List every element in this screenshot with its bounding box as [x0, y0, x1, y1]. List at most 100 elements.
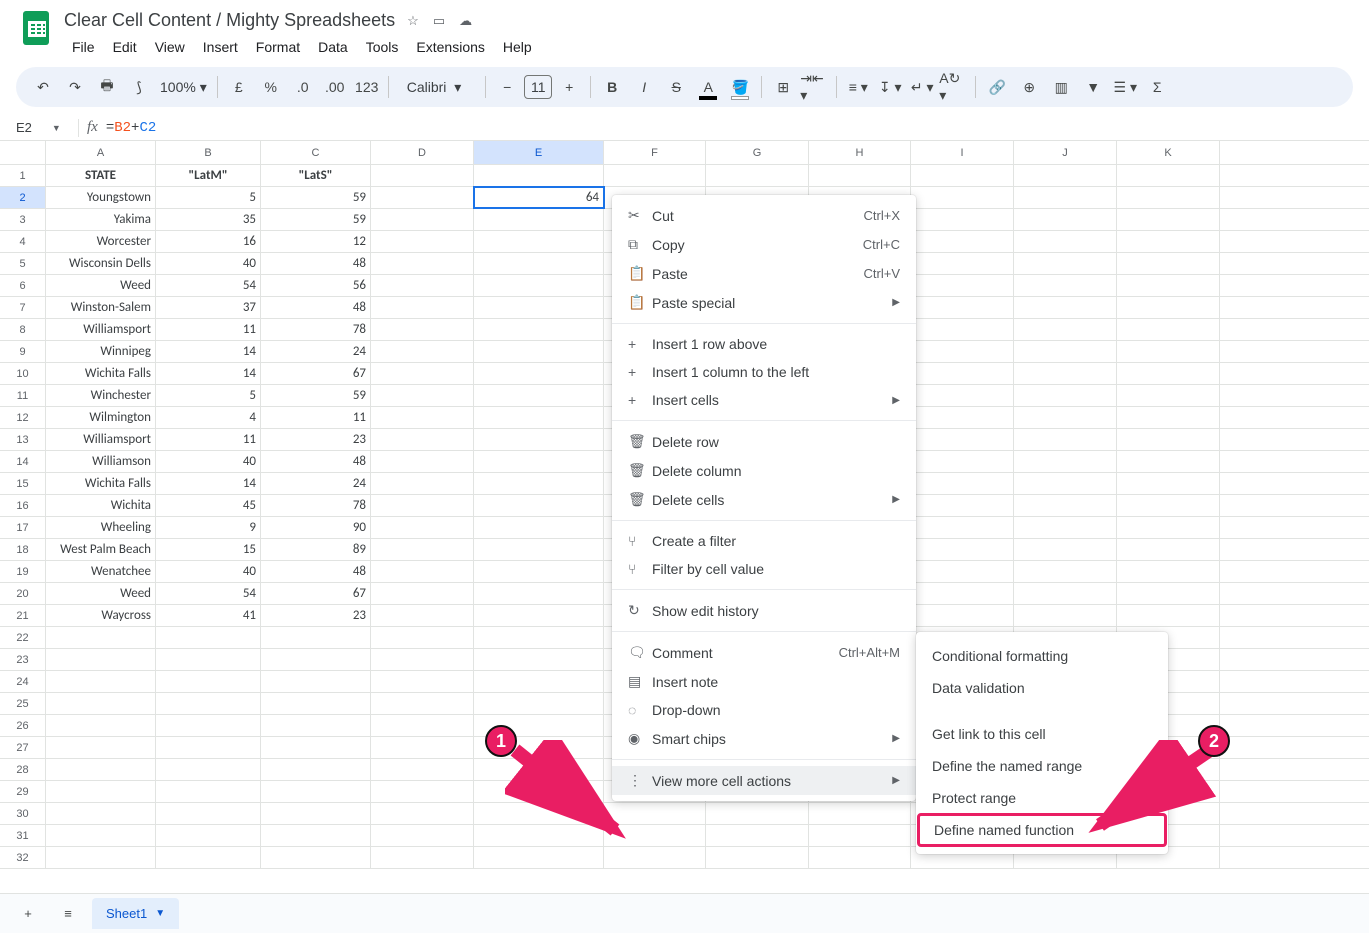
col-header-F[interactable]: F	[604, 141, 706, 164]
percent-button[interactable]: %	[256, 72, 286, 102]
rotate-button[interactable]: A↻ ▾	[939, 72, 969, 102]
cell[interactable]	[911, 165, 1014, 186]
menu-format[interactable]: Format	[248, 35, 308, 59]
cell[interactable]	[1117, 297, 1220, 318]
cell[interactable]	[474, 561, 604, 582]
cell[interactable]: 48	[261, 561, 371, 582]
cell[interactable]: Wichita	[46, 495, 156, 516]
row-header[interactable]: 5	[0, 253, 46, 274]
row-header[interactable]: 11	[0, 385, 46, 406]
row-header[interactable]: 24	[0, 671, 46, 692]
row-header[interactable]: 21	[0, 605, 46, 626]
cell[interactable]: 14	[156, 341, 261, 362]
cell[interactable]	[474, 583, 604, 604]
cell[interactable]	[261, 627, 371, 648]
cell[interactable]	[474, 671, 604, 692]
cell[interactable]	[1117, 231, 1220, 252]
row-header[interactable]: 28	[0, 759, 46, 780]
cell[interactable]	[1117, 275, 1220, 296]
currency-pound-button[interactable]: £	[224, 72, 254, 102]
cell[interactable]	[911, 561, 1014, 582]
cell[interactable]	[371, 737, 474, 758]
cell[interactable]: 45	[156, 495, 261, 516]
cell[interactable]	[604, 803, 706, 824]
submenu-item-get-link-to-this-cell[interactable]: Get link to this cell	[916, 718, 1168, 750]
cell[interactable]	[261, 781, 371, 802]
cell[interactable]	[371, 803, 474, 824]
row-header[interactable]: 1	[0, 165, 46, 186]
cell[interactable]	[371, 231, 474, 252]
cell[interactable]	[1117, 209, 1220, 230]
cell[interactable]	[46, 737, 156, 758]
cell[interactable]: Weed	[46, 275, 156, 296]
row-header[interactable]: 19	[0, 561, 46, 582]
cell[interactable]	[706, 825, 809, 846]
cell[interactable]	[474, 297, 604, 318]
cell[interactable]	[911, 231, 1014, 252]
submenu-item-protect-range[interactable]: Protect range	[916, 782, 1168, 814]
cell[interactable]	[809, 165, 911, 186]
submenu-item-conditional-formatting[interactable]: Conditional formatting	[916, 640, 1168, 672]
all-sheets-button[interactable]: ≡	[52, 898, 84, 930]
menu-item-view-more-cell-actions[interactable]: ⋮View more cell actions▶	[612, 766, 916, 795]
menu-extensions[interactable]: Extensions	[408, 35, 492, 59]
cell[interactable]	[371, 407, 474, 428]
cell[interactable]	[1014, 341, 1117, 362]
cell[interactable]	[371, 253, 474, 274]
cell[interactable]	[1117, 451, 1220, 472]
cell[interactable]	[46, 649, 156, 670]
cell[interactable]: 14	[156, 363, 261, 384]
cell[interactable]	[1014, 165, 1117, 186]
cell[interactable]	[474, 803, 604, 824]
cell[interactable]	[911, 253, 1014, 274]
h-align-button[interactable]: ≡ ▾	[843, 72, 873, 102]
cell[interactable]	[1014, 319, 1117, 340]
cell[interactable]	[1117, 385, 1220, 406]
row-header[interactable]: 4	[0, 231, 46, 252]
cell[interactable]: Yakima	[46, 209, 156, 230]
sheet-tab-active[interactable]: Sheet1▼	[92, 898, 179, 929]
cell[interactable]	[371, 605, 474, 626]
cell[interactable]	[474, 429, 604, 450]
cell[interactable]	[371, 583, 474, 604]
menu-help[interactable]: Help	[495, 35, 540, 59]
paint-format-button[interactable]: ⟆	[124, 72, 154, 102]
undo-button[interactable]: ↶	[28, 72, 58, 102]
cell[interactable]: 48	[261, 253, 371, 274]
cell[interactable]	[371, 693, 474, 714]
print-button[interactable]: 🖶	[92, 72, 122, 102]
cell[interactable]	[1117, 605, 1220, 626]
cell[interactable]	[371, 451, 474, 472]
cell[interactable]	[474, 605, 604, 626]
font-select[interactable]: Calibri ▾	[395, 79, 480, 96]
cell[interactable]: Wheeling	[46, 517, 156, 538]
cell[interactable]	[474, 649, 604, 670]
move-icon[interactable]: ▭	[433, 13, 445, 29]
cell[interactable]	[911, 297, 1014, 318]
cell[interactable]	[1014, 275, 1117, 296]
cell[interactable]	[1014, 385, 1117, 406]
cell[interactable]: Williamson	[46, 451, 156, 472]
cell[interactable]	[1014, 473, 1117, 494]
cell[interactable]	[1117, 341, 1220, 362]
cell[interactable]	[1117, 165, 1220, 186]
cell[interactable]: 78	[261, 319, 371, 340]
cell[interactable]	[474, 253, 604, 274]
cell[interactable]: 48	[261, 451, 371, 472]
cell[interactable]	[474, 385, 604, 406]
menu-data[interactable]: Data	[310, 35, 356, 59]
row-header[interactable]: 26	[0, 715, 46, 736]
filter-views-button[interactable]: ☰ ▾	[1110, 72, 1140, 102]
submenu-item-define-the-named-range[interactable]: Define the named range	[916, 750, 1168, 782]
cell[interactable]	[261, 693, 371, 714]
cell[interactable]: 14	[156, 473, 261, 494]
menu-item-create-a-filter[interactable]: ⑂Create a filter	[612, 527, 916, 555]
cell[interactable]	[1014, 583, 1117, 604]
cell[interactable]: 24	[261, 473, 371, 494]
col-header-H[interactable]: H	[809, 141, 911, 164]
cell[interactable]	[1117, 473, 1220, 494]
cell[interactable]: STATE	[46, 165, 156, 186]
cell[interactable]: 40	[156, 451, 261, 472]
cell[interactable]	[1014, 539, 1117, 560]
name-box[interactable]: E2▼	[8, 120, 78, 135]
